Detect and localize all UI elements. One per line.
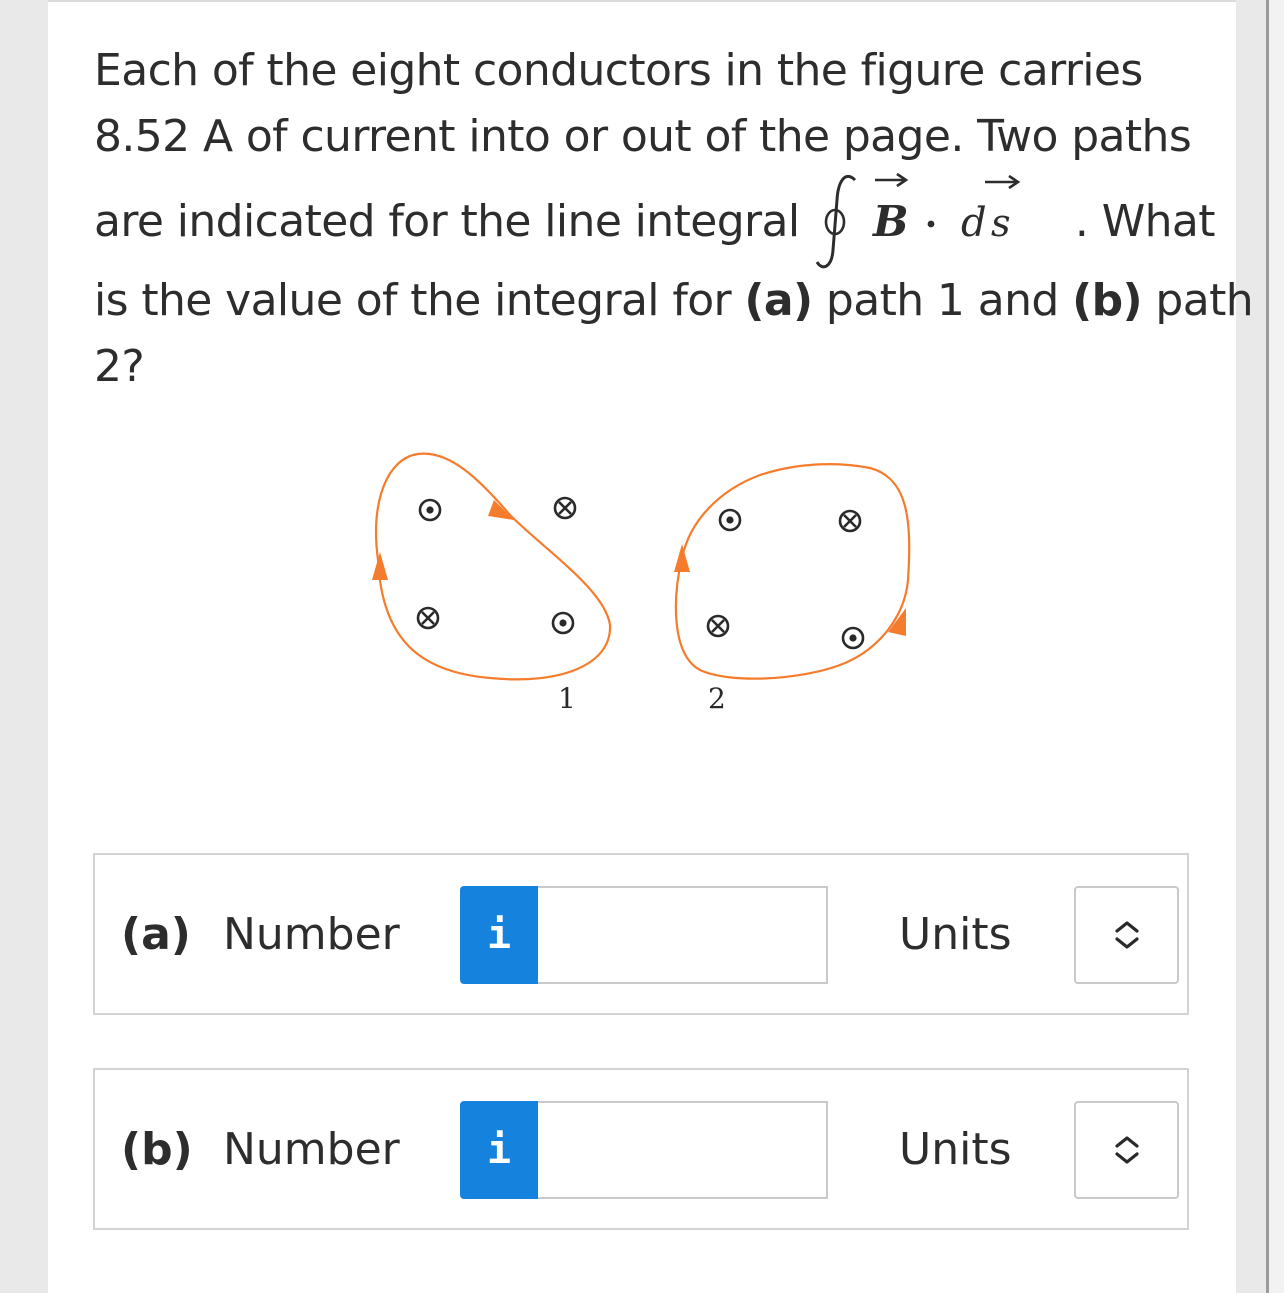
path-2-arrow-right-icon [888, 608, 906, 636]
answer-row-a: (a) Number i Units [93, 853, 1189, 1015]
part-b-number-label: Number [223, 1124, 400, 1175]
question-line-3-start: are indicated for the line integral [94, 196, 800, 247]
question-line-3: are indicated for the line integral B d … [94, 170, 1216, 274]
question-line-4: is the value of the integral for (a) pat… [94, 275, 1254, 326]
conductor-out-icon [841, 626, 865, 650]
line-integral-svg: B d s [815, 172, 1021, 269]
part-b-number-input[interactable] [538, 1101, 828, 1199]
conductors-figure: 1 2 [372, 452, 911, 715]
line-integral-expression: B d s [813, 170, 1075, 274]
part-b-label: (b) [121, 1124, 193, 1175]
vector-s-symbol: s [991, 201, 1010, 245]
part-a-units-select[interactable] [1074, 886, 1179, 984]
conductor-out-icon [418, 498, 442, 522]
path-1-arrow-icon [488, 500, 514, 520]
dot-product-icon [927, 220, 935, 228]
part-a-label: (a) [121, 909, 191, 960]
question-line-2: 8.52 A of current into or out of the pag… [94, 111, 1192, 162]
select-chevrons-icon [1114, 1136, 1139, 1164]
part-b-info-button[interactable]: i [460, 1101, 538, 1199]
part-b-ref: (b) [1072, 275, 1143, 326]
card-top-border [48, 0, 1236, 2]
answer-row-b: (b) Number i Units [93, 1068, 1189, 1230]
path-2-arrow-icon [674, 544, 690, 572]
conductor-in-icon [706, 614, 730, 638]
conductor-in-icon [838, 509, 862, 533]
part-a-number-input[interactable] [538, 886, 828, 984]
path-2-label: 2 [708, 682, 726, 715]
scrollbar-edge [1266, 0, 1269, 1293]
select-chevrons-icon [1114, 921, 1139, 949]
differential-d-symbol: d [961, 200, 986, 246]
part-b-units-select[interactable] [1074, 1101, 1179, 1199]
part-a-info-button[interactable]: i [460, 886, 538, 984]
path-1-loop [375, 452, 612, 681]
conductor-in-icon [553, 496, 577, 520]
part-b-units-label: Units [899, 1124, 1012, 1175]
conductor-in-icon [416, 606, 440, 630]
conductor-out-icon [718, 508, 742, 532]
question-line-1: Each of the eight conductors in the figu… [94, 45, 1143, 96]
part-a-units-label: Units [899, 909, 1012, 960]
part-a-ref: (a) [744, 275, 813, 326]
path-1-arrow-left-icon [372, 552, 388, 580]
question-line-5: 2? [94, 341, 145, 392]
part-a-number-label: Number [223, 909, 400, 960]
path-2-loop [674, 463, 911, 680]
path-1-label: 1 [558, 682, 576, 715]
conductor-out-icon [551, 611, 575, 635]
question-line-3-end: . What [1074, 196, 1216, 247]
integral-sign-icon [815, 174, 856, 269]
vector-b-symbol: B [872, 197, 908, 246]
question-text: Each of the eight conductors in the figu… [94, 38, 1254, 400]
